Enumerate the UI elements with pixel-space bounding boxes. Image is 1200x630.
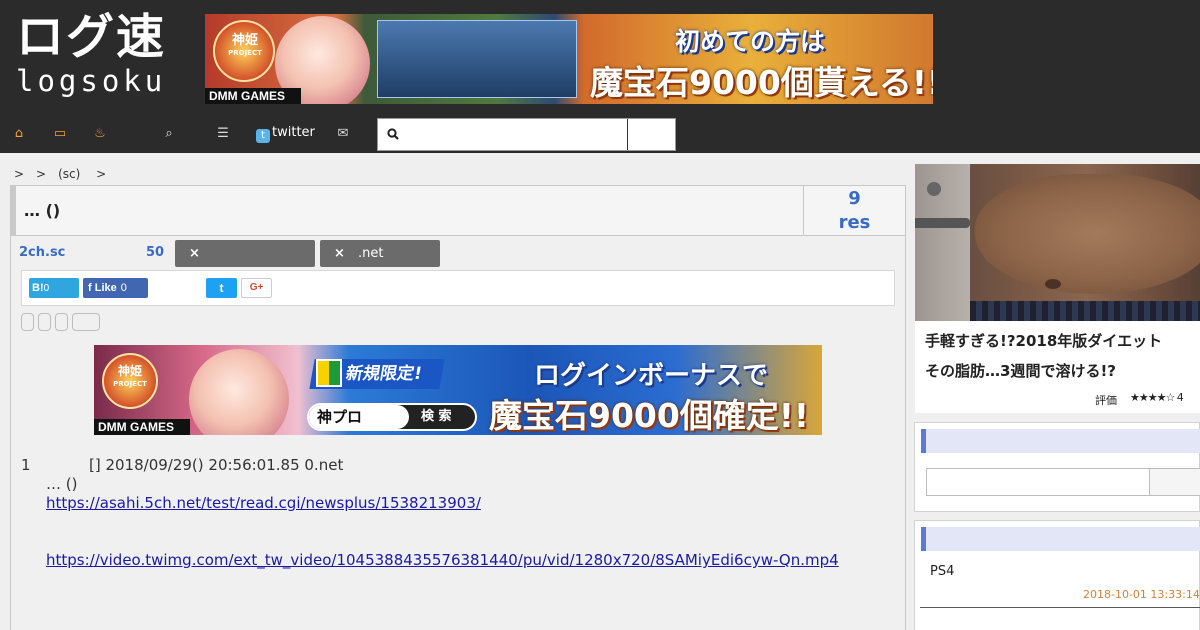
game-screenshot (377, 20, 577, 98)
banner-subline: 魔宝石9000個確定!! (489, 396, 809, 435)
sidebar-search-button[interactable] (1149, 468, 1200, 496)
toggle-pill[interactable] (72, 313, 100, 331)
close-icon: × (189, 246, 200, 261)
nav-twitter-label: twitter (272, 125, 315, 140)
ad-title-line1: 手軽すぎる!?2018年版ダイエット (925, 332, 1163, 350)
hatena-bookmark-button[interactable]: B!0 (29, 278, 79, 298)
news-divider (920, 607, 1200, 608)
news-date: 2018-10-01 13:33:14 (1083, 588, 1200, 601)
toggle-pill[interactable] (38, 313, 51, 331)
nav-search (377, 118, 676, 151)
res-count-box: 9 res (803, 186, 905, 236)
res-count: 9 (848, 188, 861, 209)
post-body-title: … () (46, 475, 78, 493)
thread-title[interactable]: … () (24, 201, 60, 220)
rating-stars: ★★★★☆ 4 (1130, 391, 1184, 404)
post-link[interactable]: https://video.twimg.com/ext_tw_video/104… (46, 551, 839, 569)
logo-en: logsoku (16, 64, 167, 98)
twitter-icon: t (256, 129, 270, 143)
beginner-mark-icon (316, 359, 342, 387)
door-lock (927, 182, 941, 196)
banner-headline: ログインボーナスで (534, 361, 769, 391)
fb-label: Like (94, 282, 117, 294)
news-item[interactable]: PS4 (930, 564, 954, 579)
breadcrumb[interactable]: > > (sc) > (14, 167, 106, 181)
ad-title: 手軽すぎる!?2018年版ダイエット その脂肪…3週間で溶ける!? (925, 326, 1200, 386)
nav-bar: ⌂ ▭ ♨ ⌕ ☰ t twitter ✉ (0, 118, 1200, 153)
site-header: ログ速 logsoku 神姫 PROJECT DMM GAMES 初めての方は … (0, 0, 1200, 118)
google-plus-icon: G+ (249, 282, 264, 293)
title-bar: … () (11, 186, 905, 236)
brand-line1: 神姫 (117, 364, 142, 378)
search-doc-icon[interactable]: ⌕ (162, 127, 176, 141)
ad-title-line2: その脂肪…3週間で溶ける!? (925, 362, 1116, 380)
door-panel (915, 164, 970, 321)
door-handle (915, 218, 970, 228)
banner-headline: 初めての方は (675, 27, 826, 56)
rating-label: 評価 (1095, 394, 1117, 407)
toggle-pill[interactable] (55, 313, 68, 331)
brand-line1: 神姫 (231, 33, 258, 48)
hatena-label: B! (32, 282, 44, 294)
sidebar-news-header (921, 527, 1200, 551)
post-number: 1 (21, 456, 31, 474)
toggle-pill[interactable] (21, 313, 34, 331)
close-icon: × (334, 246, 345, 261)
article-panel: … () 9 res 2ch.sc 50 × × .net B!0 f Like… (10, 185, 906, 630)
new-user-tag-label: 新規限定! (344, 364, 424, 384)
twitter-bird-icon: t (219, 281, 224, 295)
logo-jp: ログ速 (16, 9, 167, 65)
banner-subline: 魔宝石9000個貰える!! (590, 63, 933, 102)
post-meta: [] 2018/09/29() 20:56:01.85 0.net (89, 456, 344, 474)
character-portrait (189, 349, 289, 435)
pants (970, 301, 1200, 321)
banner-brand: 神姫 PROJECT (110, 365, 150, 391)
board-source[interactable]: 2ch.sc (19, 245, 65, 260)
banner-search-term: 神プロ (309, 405, 409, 429)
monitor-icon[interactable]: ▭ (53, 127, 67, 141)
publisher-label: DMM GAMES (94, 419, 190, 435)
banner-brand: 神姫 PROJECT (225, 34, 265, 60)
search-icon (387, 128, 399, 140)
mid-ad-banner[interactable]: 神姫 PROJECT DMM GAMES 新規限定! ログインボーナスで 魔宝石… (94, 345, 822, 435)
tag-label: .net (358, 246, 384, 261)
banner-searchbar: 神プロ 検 索 (307, 403, 477, 431)
google-plus-button[interactable]: G+ (241, 278, 272, 298)
res-label: res (838, 212, 871, 233)
navel (1045, 279, 1061, 289)
fire-icon[interactable]: ♨ (93, 127, 107, 141)
sidebar-ad[interactable]: 手軽すぎる!?2018年版ダイエット その脂肪…3週間で溶ける!? 評価 ★★★… (915, 164, 1200, 413)
brand-line2: PROJECT (228, 49, 262, 57)
sidebar-search-input[interactable] (926, 468, 1150, 496)
belly (975, 174, 1200, 294)
sidebar-search-header (921, 429, 1200, 453)
nav-twitter-link[interactable]: t twitter (256, 125, 315, 143)
sidebar-search-box (914, 422, 1200, 512)
top-ad-banner[interactable]: 神姫 PROJECT DMM GAMES 初めての方は 魔宝石9000個貰える!… (205, 14, 933, 104)
category-tag[interactable]: × .net (320, 240, 440, 267)
list-icon[interactable]: ☰ (216, 127, 230, 141)
category-tag[interactable]: × (175, 240, 315, 267)
thread-count: 50 (146, 245, 165, 260)
banner-search-button: 検 索 (421, 409, 452, 424)
site-logo[interactable]: ログ速 logsoku (14, 8, 189, 103)
share-bar: B!0 f Like 0 t G+ (21, 270, 895, 306)
facebook-like-button[interactable]: f Like 0 (83, 278, 148, 298)
twitter-share-button[interactable]: t (206, 278, 237, 298)
search-button[interactable] (628, 119, 675, 150)
facebook-icon: f (88, 282, 95, 294)
ad-photo (915, 164, 1200, 321)
home-icon[interactable]: ⌂ (12, 127, 26, 141)
sidebar-news-box: PS4 2018-10-01 13:33:14 (914, 520, 1200, 630)
fb-count: 0 (120, 282, 127, 294)
search-input[interactable] (406, 121, 626, 148)
mail-icon[interactable]: ✉ (336, 127, 350, 141)
hatena-count: 0 (43, 283, 50, 294)
brand-line2: PROJECT (113, 380, 147, 388)
post-link[interactable]: https://asahi.5ch.net/test/read.cgi/news… (46, 494, 481, 512)
publisher-label: DMM GAMES (205, 88, 301, 104)
